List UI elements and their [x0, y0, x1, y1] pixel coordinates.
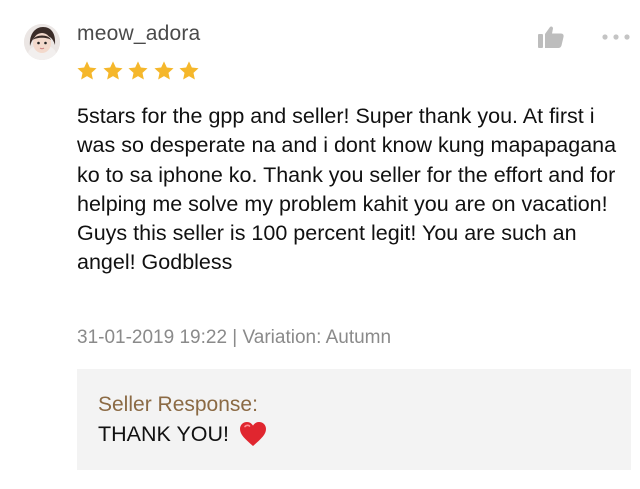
- seller-response-message: THANK YOU!: [98, 421, 267, 447]
- star-icon: [102, 61, 123, 80]
- seller-response-title: Seller Response:: [98, 393, 258, 416]
- star-rating: [76, 60, 204, 84]
- review-meta: 31-01-2019 19:22 | Variation: Autumn: [77, 327, 392, 348]
- seller-response-box: Seller Response: THANK YOU!: [77, 369, 631, 470]
- thumbs-up-icon[interactable]: [538, 26, 564, 48]
- seller-response-text: THANK YOU!: [98, 421, 230, 446]
- star-icon: [179, 61, 199, 80]
- star-icon: [77, 61, 97, 80]
- avatar[interactable]: [24, 24, 60, 60]
- review-card: meow_adora 5stars for the gpp and seller…: [0, 0, 640, 489]
- review-comment: 5stars for the gpp and seller! Super tha…: [77, 104, 617, 275]
- reviewer-username[interactable]: meow_adora: [77, 22, 200, 46]
- star-icon: [153, 61, 174, 80]
- red-heart-icon: [240, 422, 267, 446]
- more-options-icon[interactable]: [601, 27, 631, 47]
- star-icon: [128, 61, 148, 80]
